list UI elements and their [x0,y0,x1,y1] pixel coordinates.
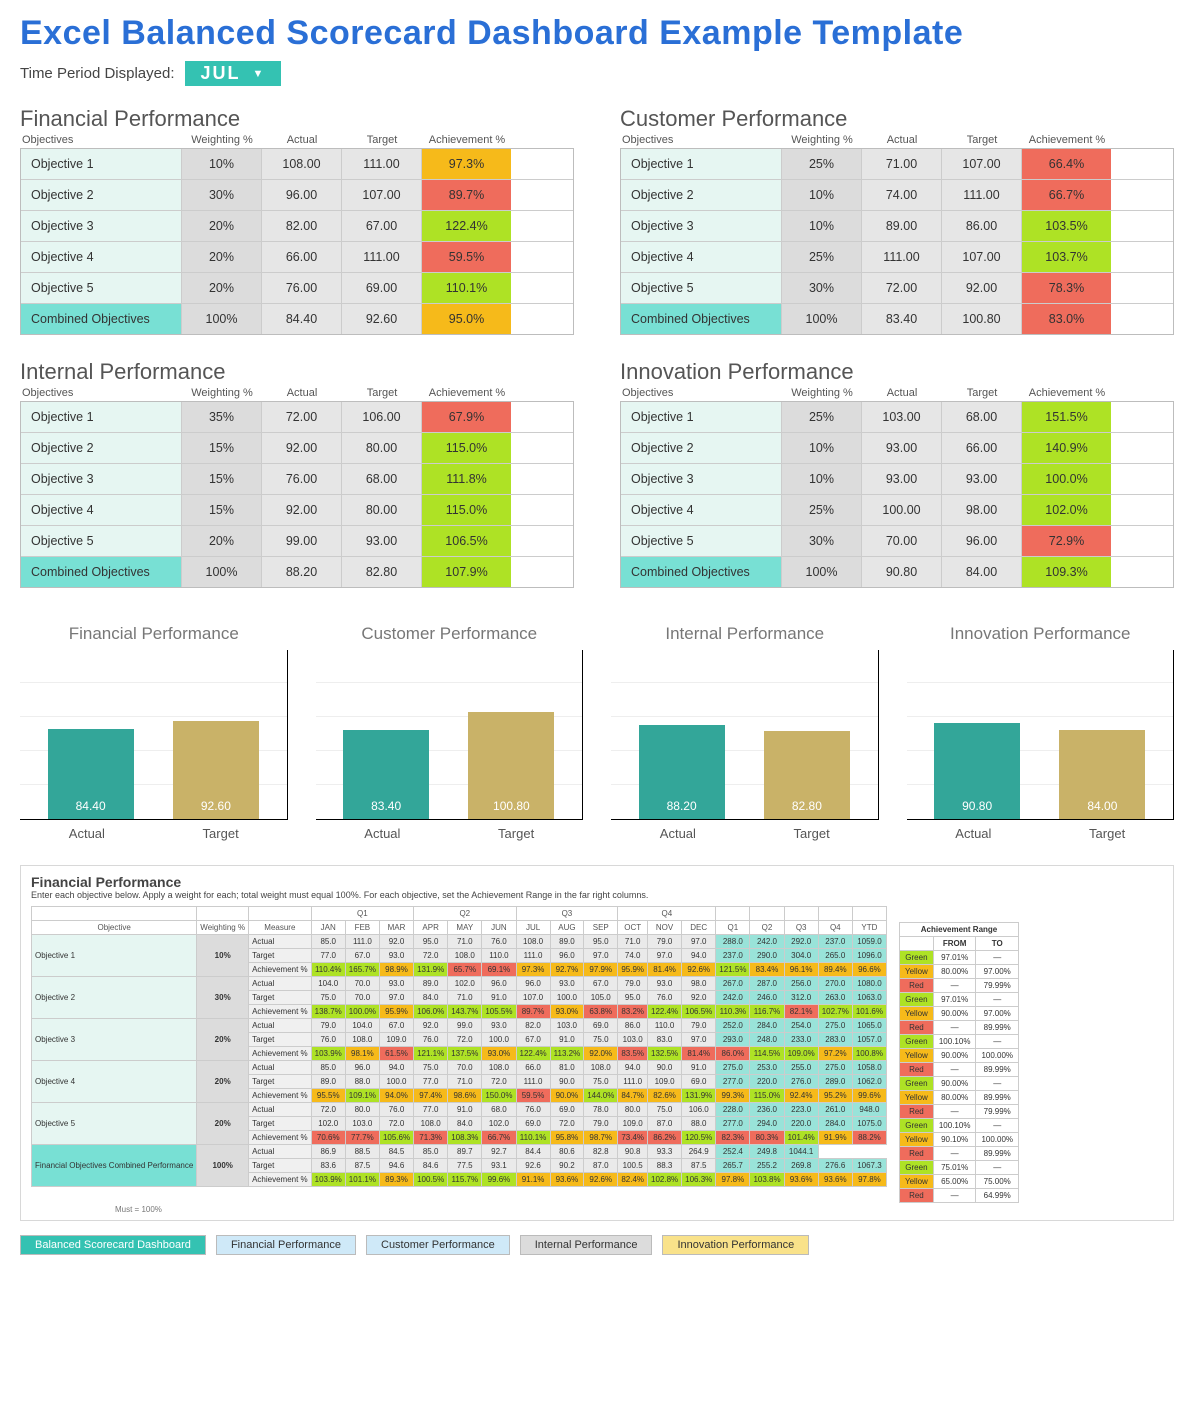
achievement-range-table: Achievement RangeFROMTOGreen97.01%—Yello… [899,922,1019,1203]
table-row: Objective 230%96.00107.0089.7% [21,179,573,210]
axis-labels: ActualTarget [907,826,1175,841]
table-row: Objective 125%103.0068.00151.5% [621,402,1173,432]
bar-actual: 88.20 [639,725,725,819]
period-label: Time Period Displayed: [20,65,175,82]
innovation-table: Objective 125%103.0068.00151.5% Objectiv… [620,401,1174,588]
table-row: Objective 530%70.0096.0072.9% [621,525,1173,556]
fp-detail-desc: Enter each objective below. Apply a weig… [31,890,1163,900]
time-period-row: Time Period Displayed: JUL ▼ [20,61,1174,86]
table-row: Objective 215%92.0080.00115.0% [21,432,573,463]
chevron-down-icon: ▼ [253,68,266,80]
bar-actual: 83.40 [343,730,429,819]
innovation-title: Innovation Performance [620,359,1174,385]
table-row: Objective 135%72.00106.0067.9% [21,402,573,432]
bar-chart: 84.40 92.60 [20,650,288,820]
table-header: ObjectivesWeighting %ActualTargetAchieve… [20,387,574,401]
customer-table: Objective 125%71.00107.0066.4% Objective… [620,148,1174,335]
sheet-tab[interactable]: Balanced Scorecard Dashboard [20,1235,206,1255]
table-row: Objective 415%92.0080.00115.0% [21,494,573,525]
table-header: ObjectivesWeighting %ActualTargetAchieve… [620,134,1174,148]
chart-title: Customer Performance [316,624,584,644]
bar-target: 82.80 [764,731,850,819]
fp-detail-table: Q1Q2Q3Q4ObjectiveWeighting %MeasureJANFE… [31,906,887,1187]
chart-title: Financial Performance [20,624,288,644]
table-row: Objective 520%76.0069.00110.1% [21,272,573,303]
table-row: Objective 420%66.00111.0059.5% [21,241,573,272]
combined-row: Combined Objectives100%83.40100.8083.0% [621,303,1173,334]
must-note: Must = 100% [31,1205,1163,1214]
period-value: JUL [201,63,241,84]
chart-title: Internal Performance [611,624,879,644]
table-row: Objective 530%72.0092.0078.3% [621,272,1173,303]
table-header: ObjectivesWeighting %ActualTargetAchieve… [20,134,574,148]
period-dropdown[interactable]: JUL ▼ [185,61,282,86]
fp-detail-title: Financial Performance [31,874,1163,890]
combined-row: Combined Objectives100%88.2082.80107.9% [21,556,573,587]
table-row: Objective 125%71.00107.0066.4% [621,149,1173,179]
table-header: ObjectivesWeighting %ActualTargetAchieve… [620,387,1174,401]
bar-target: 84.00 [1059,730,1145,819]
bar-chart: 83.40 100.80 [316,650,584,820]
sheet-tab[interactable]: Customer Performance [366,1235,510,1255]
table-row: Objective 210%74.00111.0066.7% [621,179,1173,210]
table-row: Objective 425%100.0098.00102.0% [621,494,1173,525]
financial-title: Financial Performance [20,106,574,132]
table-row: Objective 320%82.0067.00122.4% [21,210,573,241]
page-title: Excel Balanced Scorecard Dashboard Examp… [20,14,1174,53]
chart-title: Innovation Performance [907,624,1175,644]
bar-target: 92.60 [173,721,259,819]
combined-row: Combined Objectives100%90.8084.00109.3% [621,556,1173,587]
axis-labels: ActualTarget [611,826,879,841]
sheet-tab[interactable]: Internal Performance [520,1235,653,1255]
bar-chart: 90.80 84.00 [907,650,1175,820]
sheet-tab[interactable]: Innovation Performance [662,1235,809,1255]
table-row: Objective 210%93.0066.00140.9% [621,432,1173,463]
internal-table: Objective 135%72.00106.0067.9% Objective… [20,401,574,588]
table-row: Objective 110%108.00111.0097.3% [21,149,573,179]
bar-actual: 84.40 [48,729,134,819]
table-row: Objective 425%111.00107.00103.7% [621,241,1173,272]
bar-chart: 88.20 82.80 [611,650,879,820]
bar-target: 100.80 [468,712,554,819]
table-row: Objective 310%93.0093.00100.0% [621,463,1173,494]
sheet-tab[interactable]: Financial Performance [216,1235,356,1255]
financial-table: Objective 110%108.00111.0097.3% Objectiv… [20,148,574,335]
customer-title: Customer Performance [620,106,1174,132]
combined-row: Combined Objectives100%84.4092.6095.0% [21,303,573,334]
bar-actual: 90.80 [934,723,1020,819]
table-row: Objective 310%89.0086.00103.5% [621,210,1173,241]
internal-title: Internal Performance [20,359,574,385]
table-row: Objective 315%76.0068.00111.8% [21,463,573,494]
axis-labels: ActualTarget [316,826,584,841]
financial-detail-block: Financial Performance Enter each objecti… [20,865,1174,1221]
axis-labels: ActualTarget [20,826,288,841]
table-row: Objective 520%99.0093.00106.5% [21,525,573,556]
